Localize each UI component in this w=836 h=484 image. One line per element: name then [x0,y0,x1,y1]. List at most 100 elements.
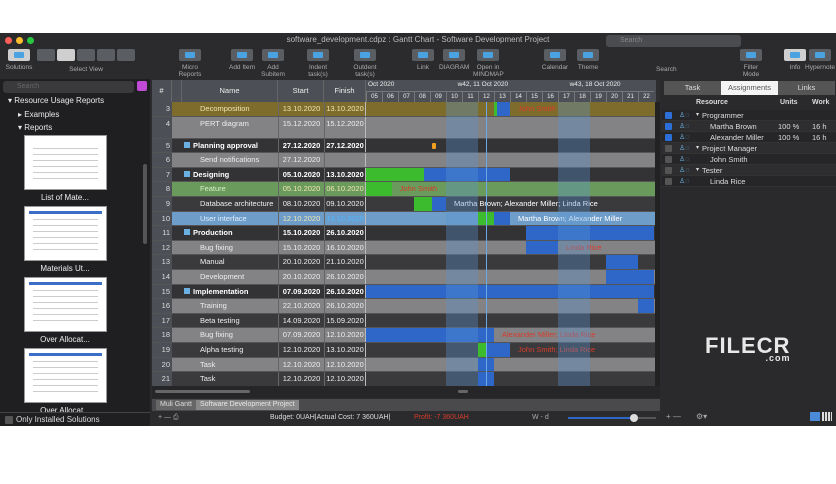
checkbox[interactable] [5,416,13,424]
column-header-name[interactable]: Name [182,80,278,102]
task-start[interactable]: 12.10.2020 [278,357,324,372]
only-installed-toggle[interactable]: Only Installed Solutions [0,412,150,426]
assign-checkbox[interactable] [665,167,672,174]
task-bar[interactable] [366,328,494,342]
task-type-icon[interactable] [173,117,181,138]
toolbar-view-button[interactable]: Select View [36,47,136,73]
task-type-icon[interactable] [173,328,181,342]
task-finish[interactable]: 13.10.2020 [324,167,366,182]
task-start[interactable]: 12.10.2020 [278,343,324,357]
column-header-start[interactable]: Start [278,80,324,102]
task-row[interactable]: 12 Bug fixing 15.10.2020 16.10.2020 Linda Ri… [152,240,655,256]
column-header-finish[interactable]: Finish [324,80,366,102]
tab-software-development-project[interactable]: Software Development Project [196,400,299,410]
gear-icon[interactable]: ⚙▾ [696,412,707,421]
task-type-icon[interactable] [173,153,181,167]
summary-bar[interactable] [526,226,654,240]
task-row[interactable]: 8 Feature 05.10.2020 06.10.2020 John Smith [152,182,655,197]
assignment-row[interactable]: ♙◌ Alexander Miller 100 % 16 h [662,132,836,143]
toolbar-filter-button[interactable]: Filter Mode [736,47,766,78]
task-bar[interactable] [494,102,510,116]
task-finish[interactable]: 26.10.2020 [324,284,366,299]
task-finish[interactable]: 12.10.2020 [324,372,366,386]
toolbar-theme-button[interactable]: Theme [573,47,603,71]
column-header-units[interactable]: Units [780,99,798,106]
task-finish[interactable]: 27.12.2020 [324,138,366,153]
view-icon[interactable] [117,49,135,61]
task-start[interactable]: 20.10.2020 [278,255,324,269]
task-finish[interactable] [324,153,366,167]
toolbar-add-subitem-button[interactable]: Add Subitem [258,47,288,78]
task-row[interactable]: 21 Task 12.10.2020 12.10.2020 [152,372,655,386]
task-start[interactable]: 13.10.2020 [278,102,324,116]
assign-checkbox[interactable] [665,145,672,152]
column-header-num[interactable]: # [152,80,172,102]
task-finish[interactable]: 16.10.2020 [324,240,366,255]
task-type-icon[interactable] [173,314,181,328]
task-bar[interactable] [366,182,392,196]
task-row[interactable]: 5 Planning approval 27.12.2020 27.12.2020 [152,138,655,154]
assign-checkbox[interactable] [665,112,672,119]
task-finish[interactable]: 12.10.2020 [324,357,366,372]
task-type-icon[interactable] [173,255,181,269]
collapse-icon[interactable] [184,141,190,148]
view-icon[interactable] [37,49,55,61]
grid-icon[interactable] [822,412,832,421]
task-row[interactable]: 15 Implementation 07.09.2020 26.10.2020 [152,284,655,300]
toolbar-calendar-button[interactable]: Calendar [540,47,570,71]
toolbar-outdent-button[interactable]: Outdent task(s) [350,47,380,78]
task-start[interactable]: 07.09.2020 [278,284,324,299]
task-finish[interactable]: 21.10.2020 [324,255,366,269]
task-bar[interactable] [606,255,638,269]
report-caption[interactable]: Materials Ut... [20,264,110,273]
toolbar-add-item-button[interactable]: Add Item [227,47,257,71]
column-header-resource[interactable]: Resource [696,99,728,106]
toolbar-micro-reports-button[interactable]: Micro Reports [175,47,205,78]
task-start[interactable]: 05.10.2020 [278,182,324,196]
collapse-icon[interactable] [184,229,190,236]
summary-bar[interactable] [366,284,654,299]
task-start[interactable]: 05.10.2020 [278,167,324,182]
tab-muli-gantt[interactable]: Muli Gantt [156,400,196,410]
zoom-slider[interactable] [568,414,656,422]
sidebar-scrollbar[interactable] [143,164,147,244]
inspector-tab-task[interactable]: Task [664,81,721,95]
report-thumbnail[interactable] [24,277,107,332]
task-row[interactable]: 10 User interface 12.10.2020 13.10.2020 Mart… [152,211,655,227]
toolbar-solutions-button[interactable]: Solutions [4,47,34,71]
task-type-icon[interactable] [173,139,181,153]
task-start[interactable]: 15.10.2020 [278,226,324,240]
task-finish[interactable]: 13.10.2020 [324,211,366,226]
assign-checkbox[interactable] [665,156,672,163]
task-start[interactable]: 15.10.2020 [278,240,324,255]
expand-icon[interactable]: ▾ [696,110,699,121]
column-header-work[interactable]: Work [812,99,829,106]
assignment-row[interactable]: ♙◌ Martha Brown 100 % 16 h [662,121,836,132]
task-finish[interactable]: 13.10.2020 [324,343,366,357]
tree-resource-usage-reports[interactable]: ▾ Resource Usage Reports [8,96,104,105]
expand-icon[interactable]: ▾ [696,143,699,154]
task-finish[interactable]: 15.12.2020 [324,116,366,138]
horizontal-scrollbar[interactable] [152,386,660,398]
task-type-icon[interactable] [173,168,181,182]
task-row[interactable]: 18 Bug fixing 07.09.2020 12.10.2020 Alexande… [152,328,655,343]
report-caption[interactable]: Over Allocat... [20,335,110,344]
task-bar[interactable] [478,343,510,357]
inspector-tab-links[interactable]: Links [778,81,835,95]
task-start[interactable]: 07.09.2020 [278,328,324,342]
expand-icon[interactable]: ▾ [696,165,699,176]
task-start[interactable]: 20.10.2020 [278,270,324,284]
sidebar-search-input[interactable]: Search [3,81,134,93]
task-type-icon[interactable] [173,299,181,313]
task-type-icon[interactable] [173,212,181,226]
task-row[interactable]: 14 Development 20.10.2020 26.10.2020 [152,270,655,285]
task-row[interactable]: 16 Training 22.10.2020 26.10.2020 [152,299,655,314]
view-icon[interactable] [57,49,75,61]
toolbar-indent-button[interactable]: Indent task(s) [303,47,333,78]
task-finish[interactable]: 26.10.2020 [324,299,366,313]
task-start[interactable]: 12.10.2020 [278,372,324,386]
toolbar-hypernote-button[interactable]: Hypernote [805,47,835,71]
collapse-icon[interactable] [184,287,190,294]
assignment-row[interactable]: ♙◌ Project Manager ▾ [662,143,836,154]
task-type-icon[interactable] [173,197,181,211]
